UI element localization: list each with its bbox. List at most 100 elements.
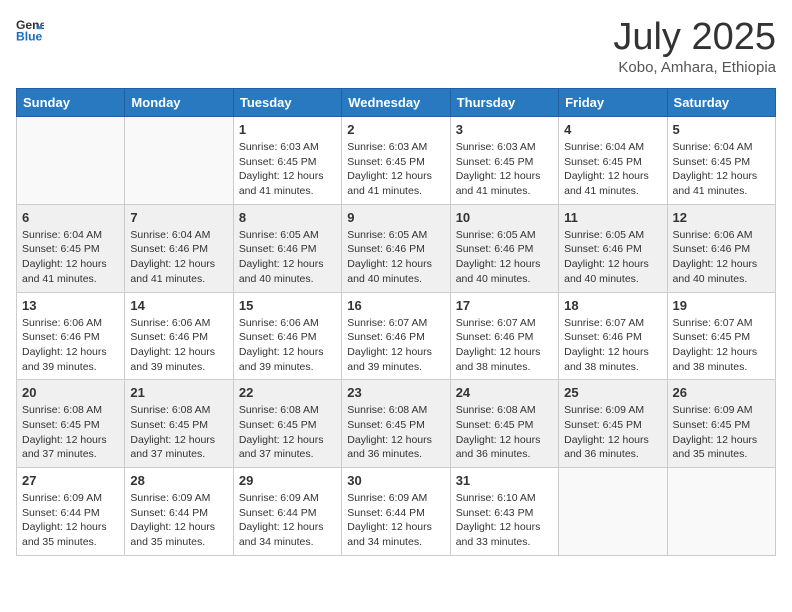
day-number: 2 xyxy=(347,122,444,137)
calendar-cell: 26 Sunrise: 6:09 AMSunset: 6:45 PMDayligh… xyxy=(667,380,775,468)
cell-info: Sunrise: 6:08 AMSunset: 6:45 PMDaylight:… xyxy=(456,403,553,462)
day-number: 4 xyxy=(564,122,661,137)
cell-info: Sunrise: 6:03 AMSunset: 6:45 PMDaylight:… xyxy=(239,140,336,199)
cell-info: Sunrise: 6:06 AMSunset: 6:46 PMDaylight:… xyxy=(673,228,770,287)
calendar-cell: 17 Sunrise: 6:07 AMSunset: 6:46 PMDayligh… xyxy=(450,292,558,380)
calendar-cell: 29 Sunrise: 6:09 AMSunset: 6:44 PMDayligh… xyxy=(233,468,341,556)
cell-info: Sunrise: 6:08 AMSunset: 6:45 PMDaylight:… xyxy=(22,403,119,462)
day-number: 25 xyxy=(564,385,661,400)
weekday-header: Friday xyxy=(559,89,667,117)
day-number: 9 xyxy=(347,210,444,225)
calendar-cell: 2 Sunrise: 6:03 AMSunset: 6:45 PMDaylight… xyxy=(342,117,450,205)
cell-info: Sunrise: 6:09 AMSunset: 6:45 PMDaylight:… xyxy=(564,403,661,462)
svg-text:Blue: Blue xyxy=(16,29,43,43)
day-number: 12 xyxy=(673,210,770,225)
cell-info: Sunrise: 6:04 AMSunset: 6:45 PMDaylight:… xyxy=(673,140,770,199)
calendar-header-row: SundayMondayTuesdayWednesdayThursdayFrid… xyxy=(17,89,776,117)
day-number: 27 xyxy=(22,473,119,488)
cell-info: Sunrise: 6:06 AMSunset: 6:46 PMDaylight:… xyxy=(239,316,336,375)
calendar-cell: 11 Sunrise: 6:05 AMSunset: 6:46 PMDayligh… xyxy=(559,204,667,292)
day-number: 24 xyxy=(456,385,553,400)
cell-info: Sunrise: 6:07 AMSunset: 6:46 PMDaylight:… xyxy=(564,316,661,375)
day-number: 15 xyxy=(239,298,336,313)
cell-info: Sunrise: 6:07 AMSunset: 6:46 PMDaylight:… xyxy=(456,316,553,375)
cell-info: Sunrise: 6:03 AMSunset: 6:45 PMDaylight:… xyxy=(456,140,553,199)
calendar-cell: 9 Sunrise: 6:05 AMSunset: 6:46 PMDaylight… xyxy=(342,204,450,292)
calendar-cell: 25 Sunrise: 6:09 AMSunset: 6:45 PMDayligh… xyxy=(559,380,667,468)
cell-info: Sunrise: 6:10 AMSunset: 6:43 PMDaylight:… xyxy=(456,491,553,550)
title-block: July 2025 Kobo, Amhara, Ethiopia xyxy=(613,16,776,76)
calendar-week-row: 20Sunrise: 6:08 AMSunset: 6:45 PMDayligh… xyxy=(17,380,776,468)
location-title: Kobo, Amhara, Ethiopia xyxy=(613,59,776,76)
cell-info: Sunrise: 6:09 AMSunset: 6:44 PMDaylight:… xyxy=(347,491,444,550)
calendar-cell: 23Sunrise: 6:08 AMSunset: 6:45 PMDayligh… xyxy=(342,380,450,468)
day-number: 10 xyxy=(456,210,553,225)
day-number: 28 xyxy=(130,473,227,488)
calendar-cell: 16 Sunrise: 6:07 AMSunset: 6:46 PMDayligh… xyxy=(342,292,450,380)
calendar-cell: 27 Sunrise: 6:09 AMSunset: 6:44 PMDayligh… xyxy=(17,468,125,556)
cell-info: Sunrise: 6:05 AMSunset: 6:46 PMDaylight:… xyxy=(564,228,661,287)
cell-info: Sunrise: 6:06 AMSunset: 6:46 PMDaylight:… xyxy=(22,316,119,375)
weekday-header: Sunday xyxy=(17,89,125,117)
day-number: 22 xyxy=(239,385,336,400)
day-number: 5 xyxy=(673,122,770,137)
day-number: 31 xyxy=(456,473,553,488)
weekday-header: Thursday xyxy=(450,89,558,117)
day-number: 21 xyxy=(130,385,227,400)
calendar-cell: 6Sunrise: 6:04 AMSunset: 6:45 PMDaylight… xyxy=(17,204,125,292)
calendar-cell: 10 Sunrise: 6:05 AMSunset: 6:46 PMDayligh… xyxy=(450,204,558,292)
day-number: 3 xyxy=(456,122,553,137)
day-number: 6 xyxy=(22,210,119,225)
day-number: 11 xyxy=(564,210,661,225)
day-number: 17 xyxy=(456,298,553,313)
calendar-cell: 1 Sunrise: 6:03 AMSunset: 6:45 PMDaylight… xyxy=(233,117,341,205)
page-header: General Blue July 2025 Kobo, Amhara, Eth… xyxy=(16,16,776,76)
day-number: 19 xyxy=(673,298,770,313)
calendar-cell: 28 Sunrise: 6:09 AMSunset: 6:44 PMDayligh… xyxy=(125,468,233,556)
cell-info: Sunrise: 6:05 AMSunset: 6:46 PMDaylight:… xyxy=(456,228,553,287)
weekday-header: Wednesday xyxy=(342,89,450,117)
calendar-cell: 19Sunrise: 6:07 AMSunset: 6:45 PMDayligh… xyxy=(667,292,775,380)
cell-info: Sunrise: 6:06 AMSunset: 6:46 PMDaylight:… xyxy=(130,316,227,375)
calendar-cell: 13Sunrise: 6:06 AMSunset: 6:46 PMDayligh… xyxy=(17,292,125,380)
cell-info: Sunrise: 6:03 AMSunset: 6:45 PMDaylight:… xyxy=(347,140,444,199)
calendar-cell xyxy=(667,468,775,556)
calendar-week-row: 27 Sunrise: 6:09 AMSunset: 6:44 PMDayligh… xyxy=(17,468,776,556)
calendar-cell: 15 Sunrise: 6:06 AMSunset: 6:46 PMDayligh… xyxy=(233,292,341,380)
day-number: 7 xyxy=(130,210,227,225)
cell-info: Sunrise: 6:05 AMSunset: 6:46 PMDaylight:… xyxy=(239,228,336,287)
cell-info: Sunrise: 6:05 AMSunset: 6:46 PMDaylight:… xyxy=(347,228,444,287)
calendar-cell: 7 Sunrise: 6:04 AMSunset: 6:46 PMDaylight… xyxy=(125,204,233,292)
calendar-week-row: 13Sunrise: 6:06 AMSunset: 6:46 PMDayligh… xyxy=(17,292,776,380)
cell-info: Sunrise: 6:09 AMSunset: 6:44 PMDaylight:… xyxy=(22,491,119,550)
day-number: 1 xyxy=(239,122,336,137)
logo-icon: General Blue xyxy=(16,16,44,44)
calendar-cell xyxy=(17,117,125,205)
calendar-cell: 4 Sunrise: 6:04 AMSunset: 6:45 PMDaylight… xyxy=(559,117,667,205)
cell-info: Sunrise: 6:09 AMSunset: 6:44 PMDaylight:… xyxy=(130,491,227,550)
cell-info: Sunrise: 6:07 AMSunset: 6:46 PMDaylight:… xyxy=(347,316,444,375)
day-number: 26 xyxy=(673,385,770,400)
day-number: 23 xyxy=(347,385,444,400)
cell-info: Sunrise: 6:09 AMSunset: 6:45 PMDaylight:… xyxy=(673,403,770,462)
day-number: 14 xyxy=(130,298,227,313)
cell-info: Sunrise: 6:04 AMSunset: 6:45 PMDaylight:… xyxy=(564,140,661,199)
month-year-title: July 2025 xyxy=(613,16,776,59)
day-number: 16 xyxy=(347,298,444,313)
calendar-cell: 12 Sunrise: 6:06 AMSunset: 6:46 PMDayligh… xyxy=(667,204,775,292)
calendar-cell: 3 Sunrise: 6:03 AMSunset: 6:45 PMDaylight… xyxy=(450,117,558,205)
cell-info: Sunrise: 6:08 AMSunset: 6:45 PMDaylight:… xyxy=(130,403,227,462)
calendar-cell: 24 Sunrise: 6:08 AMSunset: 6:45 PMDayligh… xyxy=(450,380,558,468)
calendar-cell xyxy=(125,117,233,205)
cell-info: Sunrise: 6:09 AMSunset: 6:44 PMDaylight:… xyxy=(239,491,336,550)
day-number: 30 xyxy=(347,473,444,488)
calendar-cell: 20Sunrise: 6:08 AMSunset: 6:45 PMDayligh… xyxy=(17,380,125,468)
calendar-week-row: 6Sunrise: 6:04 AMSunset: 6:45 PMDaylight… xyxy=(17,204,776,292)
weekday-header: Tuesday xyxy=(233,89,341,117)
day-number: 29 xyxy=(239,473,336,488)
calendar-cell: 18Sunrise: 6:07 AMSunset: 6:46 PMDayligh… xyxy=(559,292,667,380)
calendar-cell: 22Sunrise: 6:08 AMSunset: 6:45 PMDayligh… xyxy=(233,380,341,468)
calendar-cell: 8Sunrise: 6:05 AMSunset: 6:46 PMDaylight… xyxy=(233,204,341,292)
logo: General Blue xyxy=(16,16,44,44)
cell-info: Sunrise: 6:04 AMSunset: 6:46 PMDaylight:… xyxy=(130,228,227,287)
